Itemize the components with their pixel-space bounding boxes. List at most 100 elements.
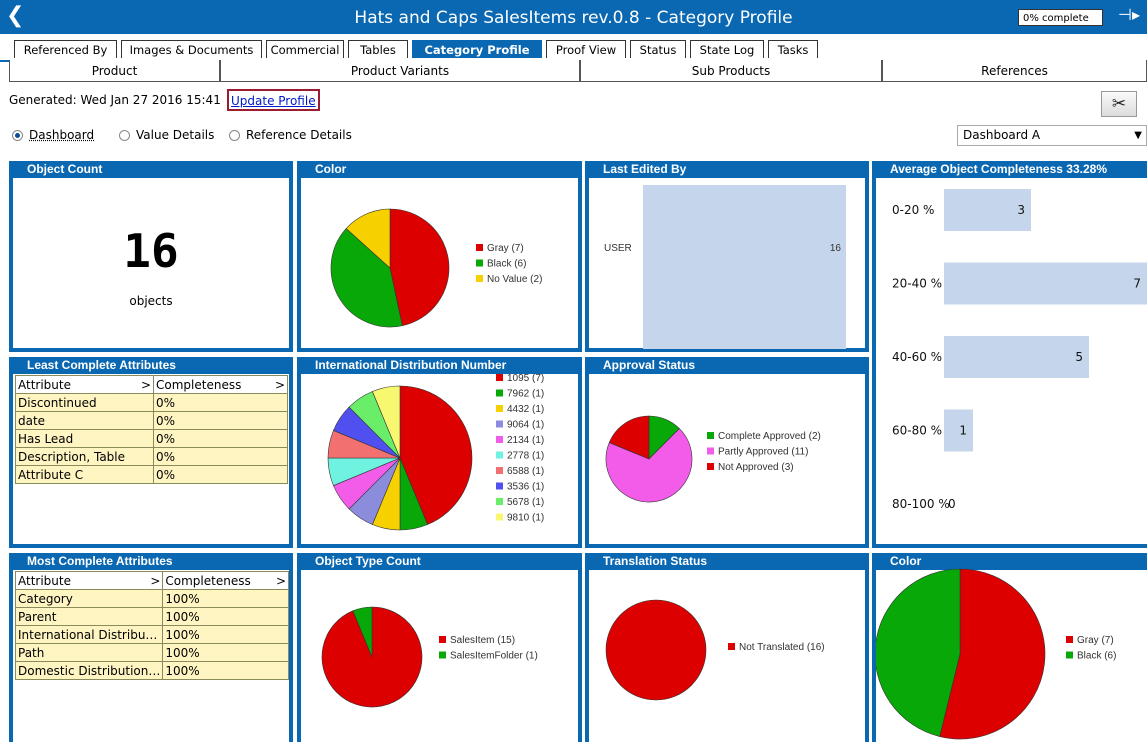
table-row[interactable]: Discontinued 0% <box>15 393 288 412</box>
radio-unselected-icon <box>119 130 130 141</box>
dashboard-select[interactable]: Dashboard A ▼ <box>957 125 1147 146</box>
panel-most-complete: Most Complete Attributes Attribute > Comp… <box>9 553 293 742</box>
legend-swatch <box>476 244 483 251</box>
least-complete-table: Attribute > Completeness > Discontinued 0% d… <box>15 375 288 484</box>
radio-selected-icon <box>12 130 23 141</box>
panel-approval-status: Approval Status Complete Approved (2) Par… <box>585 357 869 548</box>
table-header-row: Attribute > Completeness > <box>14 571 289 590</box>
attribute-cell: International Distribu… <box>14 625 164 644</box>
tab-tasks[interactable]: Tasks <box>768 40 818 58</box>
column-header-label: Completeness <box>165 573 251 588</box>
completeness-progress: 0% complete <box>1018 9 1103 26</box>
back-arrow-icon[interactable]: ❮ <box>6 3 26 29</box>
bar <box>643 185 846 349</box>
tab-commercial[interactable]: Commercial <box>266 40 344 58</box>
legend-swatch <box>496 451 503 459</box>
legend-label: Black (6) <box>1077 651 1116 662</box>
completeness-cell: 0% <box>153 447 288 466</box>
legend-swatch <box>439 651 446 659</box>
radio-reference-details[interactable]: Reference Details <box>229 128 352 142</box>
completeness-cell: 0% <box>153 393 288 412</box>
legend-label: 1095 (7) <box>507 373 544 384</box>
table-row[interactable]: Description, Table 0% <box>15 447 288 466</box>
legend-label: Not Approved (3) <box>718 462 794 473</box>
title-bar: Hats and Caps SalesItems rev.0.8 - Categ… <box>0 0 1147 34</box>
color-pie-chart: Gray (7) Black (6) No Value (2) <box>330 208 542 328</box>
attribute-cell: Category <box>14 589 164 608</box>
table-row[interactable]: Path 100% <box>14 643 289 662</box>
tab-state-log[interactable]: State Log <box>690 40 764 58</box>
subtab-references[interactable]: References <box>882 60 1147 82</box>
legend-label: 4432 (1) <box>507 404 544 415</box>
radio-value-details-label: Value Details <box>136 128 215 142</box>
tab-images-documents[interactable]: Images & Documents <box>121 40 262 58</box>
object-type-pie-chart: SalesItem (15) SalesItemFolder (1) <box>321 606 538 708</box>
panel-least-complete: Least Complete Attributes Attribute > Com… <box>9 357 293 548</box>
sort-icon: > <box>150 573 161 588</box>
column-header-attribute[interactable]: Attribute > <box>14 571 164 590</box>
completeness-cell: 0% <box>153 411 288 430</box>
completeness-cell: 100% <box>162 607 289 626</box>
table-row[interactable]: Attribute C 0% <box>15 465 288 484</box>
tab-proof-view[interactable]: Proof View <box>546 40 626 58</box>
table-row[interactable]: Has Lead 0% <box>15 429 288 448</box>
dropdown-arrow-icon: ▼ <box>1134 130 1142 141</box>
sort-icon: > <box>140 377 151 392</box>
attribute-cell: date <box>15 411 154 430</box>
legend-swatch <box>496 498 503 505</box>
subtab-sub-products[interactable]: Sub Products <box>580 60 882 82</box>
attribute-cell: Attribute C <box>15 465 154 484</box>
completeness-cell: 0% <box>153 429 288 448</box>
legend-swatch <box>496 467 503 474</box>
attribute-cell: Has Lead <box>15 429 154 448</box>
column-header-attribute[interactable]: Attribute > <box>15 375 154 394</box>
update-profile-link[interactable]: Update Profile <box>227 89 320 111</box>
radio-value-details[interactable]: Value Details <box>119 128 214 142</box>
tab-tables[interactable]: Tables <box>348 40 408 58</box>
legend-swatch <box>707 432 714 439</box>
legend-swatch <box>496 436 503 443</box>
table-row[interactable]: International Distribu… 100% <box>14 625 289 644</box>
tab-referenced-by[interactable]: Referenced By <box>14 40 117 58</box>
value-label: 0 <box>948 497 956 511</box>
category-label: 80-100 % <box>892 497 950 511</box>
legend-swatch <box>496 374 503 381</box>
sort-icon: > <box>274 377 285 392</box>
legend-label: 3536 (1) <box>507 482 544 493</box>
tools-icon[interactable]: ✂ <box>1101 91 1137 117</box>
column-header-completeness[interactable]: Completeness > <box>162 571 289 590</box>
legend-label: 9810 (1) <box>507 513 544 524</box>
tab-bar: Referenced By Images & Documents Commerc… <box>0 38 1147 62</box>
legend-label: 6588 (1) <box>507 466 544 477</box>
legend-label: No Value (2) <box>487 274 542 285</box>
object-count-unit: objects <box>129 294 173 308</box>
window-title: Hats and Caps SalesItems rev.0.8 - Categ… <box>354 8 793 28</box>
radio-dashboard[interactable]: Dashboard <box>12 128 94 142</box>
category-label: 0-20 % <box>892 203 934 217</box>
subtab-product[interactable]: Product <box>9 60 220 82</box>
legend-label: Gray (7) <box>487 243 524 254</box>
last-edited-bar-chart: USER 16 <box>604 185 846 349</box>
table-row[interactable]: Domestic Distribution… 100% <box>14 661 289 680</box>
tab-status[interactable]: Status <box>630 40 686 58</box>
category-label: 60-80 % <box>892 424 942 438</box>
legend-swatch <box>1066 636 1073 643</box>
legend-swatch <box>496 405 503 412</box>
legend-swatch <box>476 275 483 282</box>
table-row[interactable]: Category 100% <box>14 589 289 608</box>
panel-object-type-count: Object Type Count SalesItem (15) SalesIte… <box>297 553 582 742</box>
legend-swatch <box>476 259 483 267</box>
table-row[interactable]: Parent 100% <box>14 607 289 626</box>
panel-title: Object Count <box>9 161 293 178</box>
pin-icon[interactable]: ⊣▸ <box>1118 5 1140 24</box>
tab-category-profile[interactable]: Category Profile <box>412 40 542 58</box>
table-row[interactable]: date 0% <box>15 411 288 430</box>
legend-label: 5678 (1) <box>507 497 544 508</box>
attribute-cell: Path <box>14 643 164 662</box>
legend-swatch <box>1066 651 1073 659</box>
column-header-completeness[interactable]: Completeness > <box>153 375 288 394</box>
attribute-cell: Discontinued <box>15 393 154 412</box>
subtab-product-variants[interactable]: Product Variants <box>220 60 580 82</box>
panel-title: Most Complete Attributes <box>9 553 293 570</box>
panel-international-distribution: International Distribution Number 1095 (… <box>297 357 582 548</box>
